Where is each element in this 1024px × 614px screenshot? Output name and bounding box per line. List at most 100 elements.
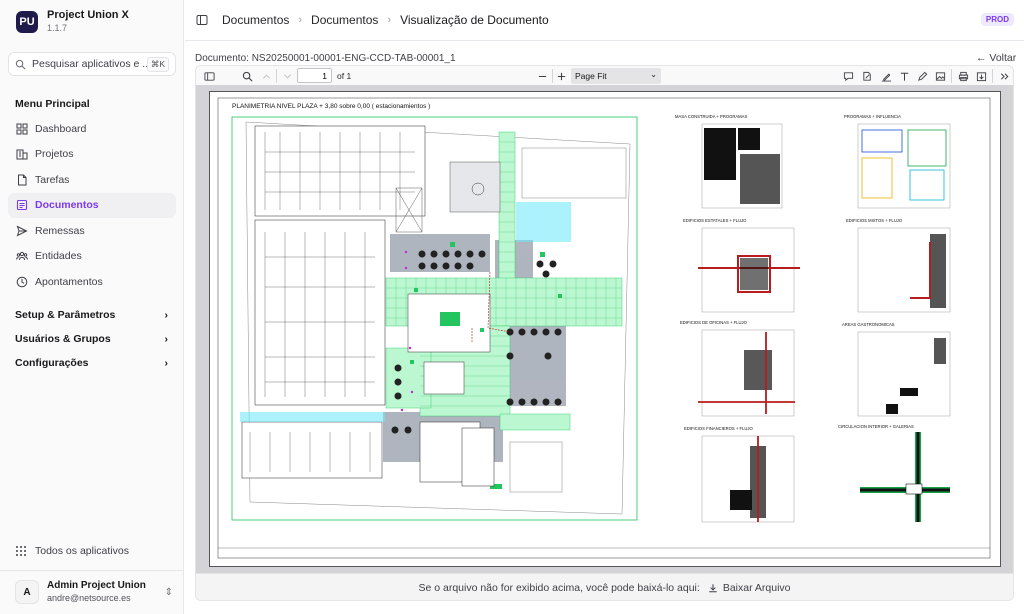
- toolbar-divider: [992, 69, 993, 83]
- pdf-viewer: of 1 Page Fit ⌄ PLANIMETRIA NIVEL PLAZA …: [195, 65, 1014, 601]
- sidebar-toggle-icon[interactable]: [202, 69, 216, 83]
- chevron-down-icon: ⌄: [650, 70, 657, 79]
- zoom-out-icon[interactable]: [535, 69, 549, 83]
- sidebar-item-remessas[interactable]: Remessas: [8, 218, 176, 244]
- diagram-label: EDIFICIOS ESTATALES + FLUJO: [683, 218, 747, 223]
- sidebar-item-label: Projetos: [35, 148, 74, 161]
- page-count: of 1: [337, 71, 352, 81]
- download-label: Baixar Arquivo: [722, 582, 791, 594]
- chevron-right-icon: ›: [387, 14, 392, 26]
- user-email: andre@netsource.es: [47, 593, 131, 603]
- architectural-drawing: PLANIMETRIA NIVEL PLAZA + 3,80 sobre 0,0…: [217, 97, 991, 559]
- user-name: Admin Project Union: [47, 580, 146, 591]
- sidebar-divider: [0, 570, 184, 571]
- group-label: Configurações: [15, 357, 89, 369]
- sidebar-item-label: Remessas: [35, 224, 85, 237]
- arrow-left-icon: ←: [976, 52, 987, 64]
- chevron-right-icon: ›: [164, 333, 169, 345]
- chevron-right-icon: ›: [164, 309, 169, 321]
- document-label: Documento: NS20250001-00001-ENG-CCD-TAB-…: [195, 53, 456, 64]
- draw-icon[interactable]: [915, 69, 929, 83]
- env-badge: PROD: [980, 13, 1014, 26]
- back-label: Voltar: [989, 52, 1017, 64]
- sidebar-item-label: Entidades: [35, 250, 82, 263]
- sidebar-item-apontamentos[interactable]: Apontamentos: [8, 269, 176, 295]
- breadcrumb-current: Visualização de Documento: [400, 13, 549, 27]
- search-icon: [15, 59, 26, 69]
- top-header: Documentos › Documentos › Visualização d…: [185, 0, 1024, 41]
- dashboard-icon: [16, 123, 28, 135]
- pdf-toolbar: of 1 Page Fit ⌄: [196, 66, 1013, 86]
- sidebar-item-label: Apontamentos: [35, 275, 103, 288]
- group-usuarios[interactable]: Usuários & Grupos ›: [15, 333, 168, 345]
- zoom-value: Page Fit: [575, 71, 607, 81]
- chevron-right-icon: ›: [298, 14, 303, 26]
- app-brand[interactable]: PU Project Union X 1.1.7: [16, 9, 129, 34]
- signature-icon[interactable]: [860, 69, 874, 83]
- all-apps-label: Todos os aplicativos: [35, 545, 129, 557]
- sidebar-item-projetos[interactable]: Projetos: [8, 142, 176, 168]
- all-apps-link[interactable]: Todos os aplicativos: [15, 545, 129, 557]
- sidebar: PU Project Union X 1.1.7 Pesquisar aplic…: [0, 0, 184, 614]
- group-label: Usuários & Grupos: [15, 333, 111, 345]
- clock-icon: [16, 276, 28, 288]
- group-configuracoes[interactable]: Configurações ›: [15, 357, 168, 369]
- next-page-icon[interactable]: [280, 69, 294, 83]
- diagram-label: CIRCULACION INTERIOR + GALERIAS: [838, 424, 914, 429]
- download-message: Se o arquivo não for exibido acima, você…: [418, 582, 700, 594]
- chevron-right-icon: ›: [164, 357, 169, 369]
- diagram-label: MASA CONSTRUIDA + PROGRAMAS: [675, 114, 747, 119]
- sidebar-item-tarefas[interactable]: Tarefas: [8, 167, 176, 193]
- diagram-panels: MASA CONSTRUIDA + PROGRAMAS PROGRAMAS + …: [675, 114, 951, 523]
- image-icon[interactable]: [933, 69, 947, 83]
- search-input[interactable]: Pesquisar aplicativos e ... ⌘K: [8, 52, 176, 76]
- sidebar-toggle-icon[interactable]: [196, 14, 208, 26]
- pdf-canvas: PLANIMETRIA NIVEL PLAZA + 3,80 sobre 0,0…: [196, 86, 1013, 573]
- download-button[interactable]: Baixar Arquivo: [708, 582, 791, 594]
- file-icon: [18, 174, 27, 186]
- text-icon[interactable]: [897, 69, 911, 83]
- sidebar-item-documentos[interactable]: Documentos: [8, 192, 176, 218]
- previous-page-icon[interactable]: [259, 69, 273, 83]
- app-version: 1.1.7: [47, 23, 68, 33]
- print-icon[interactable]: [956, 69, 970, 83]
- save-icon[interactable]: [974, 69, 988, 83]
- zoom-in-icon[interactable]: [554, 69, 568, 83]
- send-icon: [16, 225, 28, 237]
- group-label: Setup & Parâmetros: [15, 309, 116, 321]
- toolbar-divider: [951, 69, 952, 83]
- download-icon: [709, 584, 717, 593]
- grid-dots-icon: [16, 546, 26, 556]
- user-menu[interactable]: A Admin Project Union andre@netsource.es…: [15, 580, 173, 604]
- download-bar: Se o arquivo não for exibido acima, você…: [196, 573, 1013, 600]
- app-logo: PU: [16, 10, 38, 33]
- app-name: Project Union X: [47, 9, 129, 21]
- breadcrumb-item-documentos[interactable]: Documentos: [222, 13, 289, 27]
- diagram-label: EDIFICIOS FINANCIEROS + FLUJO: [684, 426, 753, 431]
- search-icon[interactable]: [240, 69, 254, 83]
- pdf-page: PLANIMETRIA NIVEL PLAZA + 3,80 sobre 0,0…: [209, 91, 1001, 567]
- users-icon: [16, 252, 28, 261]
- back-button[interactable]: ← Voltar: [976, 52, 1016, 64]
- search-placeholder: Pesquisar aplicativos e ...: [32, 58, 147, 70]
- sidebar-item-dashboard[interactable]: Dashboard: [8, 116, 176, 142]
- diagram-label: PROGRAMAS + INFLUENCIA: [844, 114, 901, 119]
- highlight-icon[interactable]: [879, 69, 893, 83]
- diagram-label: AREAS GASTRONOMICAS: [842, 322, 895, 327]
- toolbar-divider: [552, 69, 553, 83]
- group-setup[interactable]: Setup & Parâmetros ›: [15, 309, 168, 321]
- main-nav: Dashboard Projetos Tarefas Documentos Re…: [8, 116, 176, 295]
- diagram-label: EDIFICIOS MIXTOS + FLUJO: [846, 218, 903, 223]
- diagram-label: EDIFICIOS DE OFICINAS + FLUJO: [680, 320, 748, 325]
- page-number-input[interactable]: [297, 68, 332, 83]
- sidebar-item-label: Tarefas: [35, 173, 70, 186]
- comment-icon[interactable]: [841, 69, 855, 83]
- avatar: A: [15, 580, 39, 604]
- zoom-select[interactable]: Page Fit ⌄: [571, 68, 661, 84]
- sidebar-item-entidades[interactable]: Entidades: [8, 244, 176, 270]
- more-tools-icon[interactable]: [997, 69, 1011, 83]
- chevron-updown-icon: ⇕: [164, 586, 173, 598]
- breadcrumb-item-documentos-list[interactable]: Documentos: [311, 13, 378, 27]
- toolbar-divider: [276, 69, 277, 83]
- breadcrumb: Documentos › Documentos › Visualização d…: [222, 13, 549, 27]
